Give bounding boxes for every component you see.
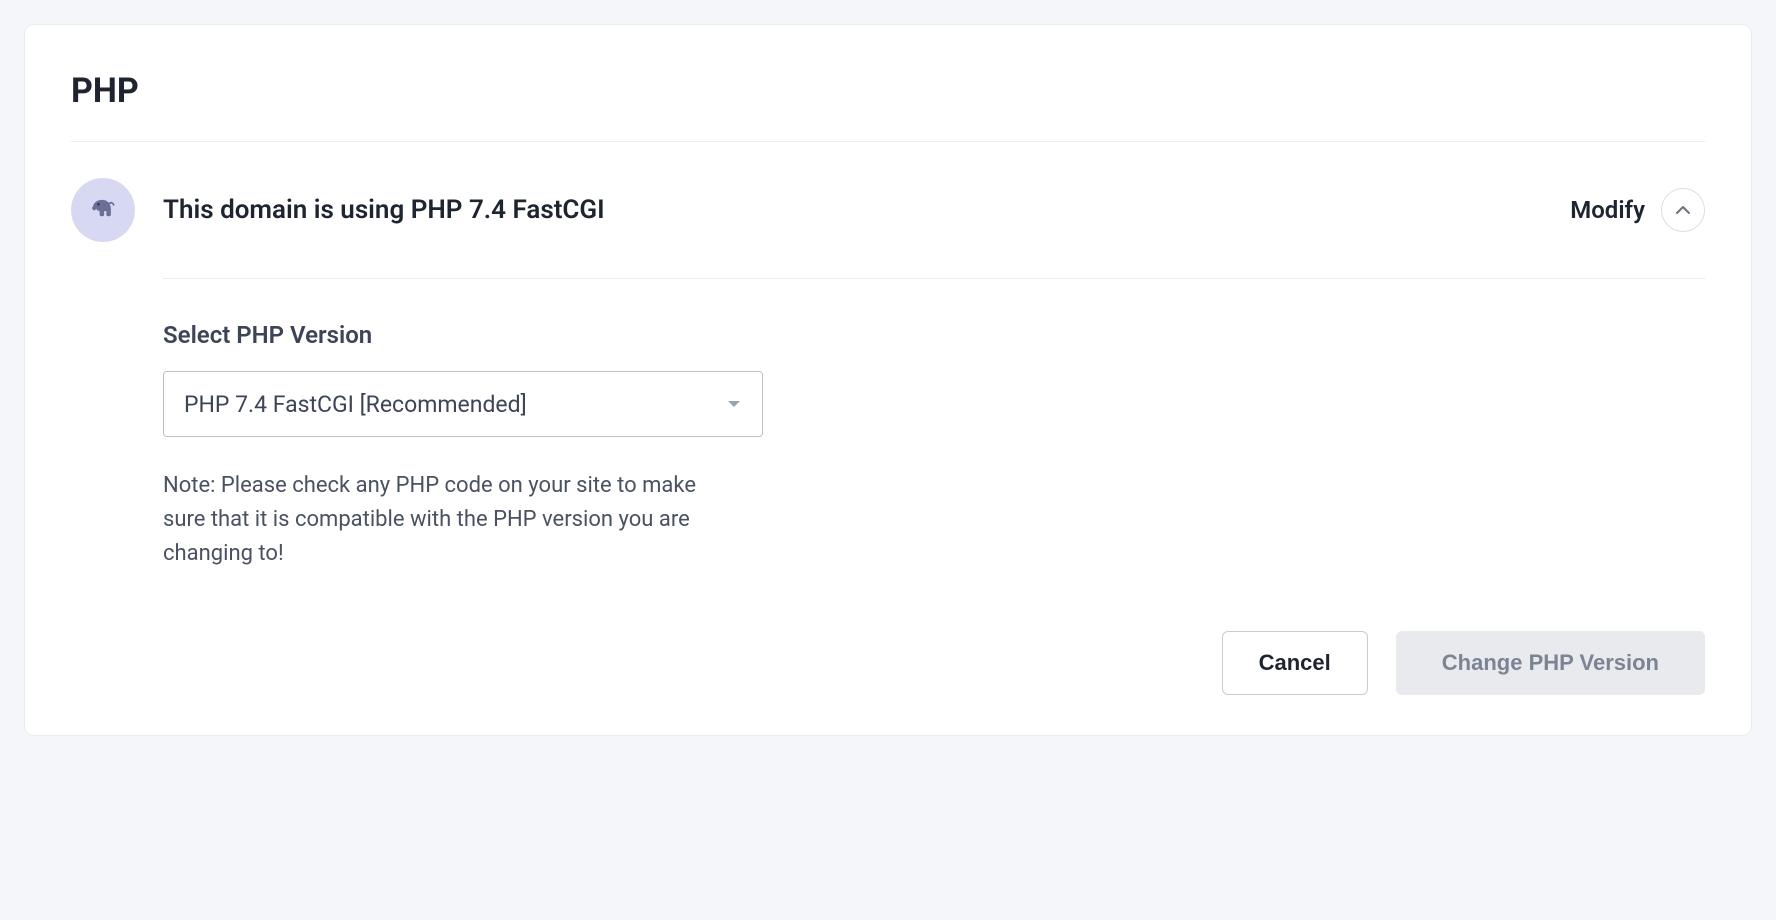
compatibility-note: Note: Please check any PHP code on your …	[163, 469, 723, 571]
php-version-select-value: PHP 7.4 FastCGI [Recommended]	[184, 391, 527, 418]
section-body: Select PHP Version PHP 7.4 FastCGI [Reco…	[163, 278, 1705, 695]
modify-label: Modify	[1570, 196, 1645, 224]
section-summary: This domain is using PHP 7.4 FastCGI	[163, 195, 1570, 225]
php-version-select[interactable]: PHP 7.4 FastCGI [Recommended]	[163, 371, 763, 437]
action-row: Cancel Change PHP Version	[163, 631, 1705, 695]
elephant-icon	[71, 178, 135, 242]
card-title: PHP	[71, 71, 1705, 142]
change-php-version-button[interactable]: Change PHP Version	[1396, 631, 1705, 695]
select-php-version-label: Select PHP Version	[163, 321, 1705, 349]
cancel-button[interactable]: Cancel	[1222, 631, 1368, 695]
page-root: PHP This domain is using PHP 7.4 FastCGI…	[0, 0, 1776, 760]
php-card: PHP This domain is using PHP 7.4 FastCGI…	[24, 24, 1752, 736]
modify-toggle[interactable]: Modify	[1570, 188, 1705, 232]
chevron-up-icon	[1661, 188, 1705, 232]
section-header: This domain is using PHP 7.4 FastCGI Mod…	[71, 142, 1705, 278]
caret-down-icon	[726, 398, 742, 410]
